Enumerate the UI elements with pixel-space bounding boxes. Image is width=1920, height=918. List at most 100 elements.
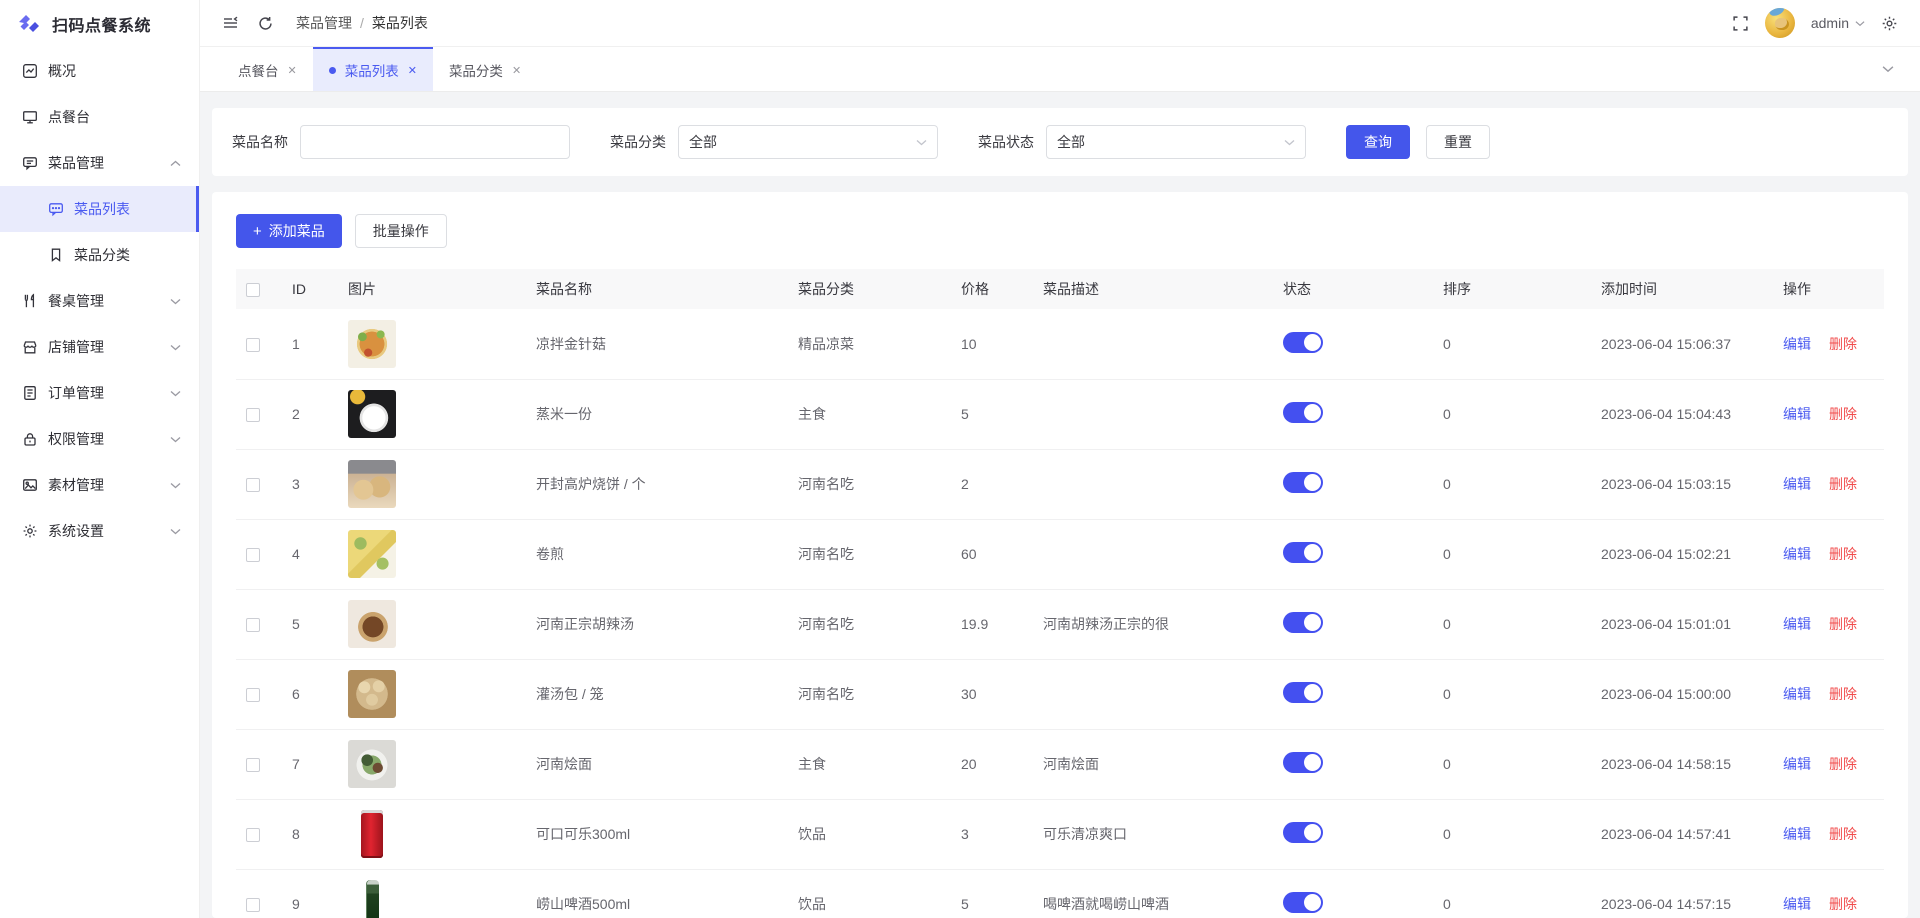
cell-dish-name: 可口可乐300ml: [526, 799, 788, 869]
batch-operation-button[interactable]: 批量操作: [355, 214, 447, 248]
delete-link[interactable]: 删除: [1829, 476, 1857, 492]
chevron-down-icon: [170, 390, 181, 397]
cell-dish-name: 卷煎: [526, 519, 788, 589]
status-toggle[interactable]: [1283, 752, 1323, 773]
select-all-checkbox[interactable]: [246, 283, 260, 297]
search-button[interactable]: 查询: [1346, 125, 1410, 159]
cell-id: 9: [282, 869, 338, 918]
monitor-icon: [22, 109, 38, 125]
sidebar-item-system-settings[interactable]: 系统设置: [0, 508, 199, 554]
close-icon[interactable]: ✕: [288, 64, 297, 77]
cell-sort: 0: [1433, 309, 1591, 379]
row-checkbox[interactable]: [246, 478, 260, 492]
reset-button[interactable]: 重置: [1426, 125, 1490, 159]
edit-link[interactable]: 编辑: [1783, 686, 1811, 702]
sidebar-item-label: 订单管理: [48, 383, 170, 403]
row-checkbox[interactable]: [246, 548, 260, 562]
edit-link[interactable]: 编辑: [1783, 616, 1811, 632]
chevron-down-icon: [170, 436, 181, 443]
edit-link[interactable]: 编辑: [1783, 476, 1811, 492]
refresh-icon[interactable]: [257, 15, 274, 32]
cell-time: 2023-06-04 14:58:15: [1591, 729, 1773, 799]
status-toggle[interactable]: [1283, 612, 1323, 633]
status-toggle[interactable]: [1283, 472, 1323, 493]
dish-category-select[interactable]: 全部: [678, 125, 938, 159]
row-checkbox[interactable]: [246, 408, 260, 422]
tab-list-dropdown[interactable]: [1856, 47, 1920, 91]
row-checkbox[interactable]: [246, 688, 260, 702]
status-toggle[interactable]: [1283, 822, 1323, 843]
delete-link[interactable]: 删除: [1829, 616, 1857, 632]
tab-dish-list[interactable]: 菜品列表 ✕: [313, 47, 433, 91]
cell-price: 2: [951, 449, 1033, 519]
sidebar-item-permission-management[interactable]: 权限管理: [0, 416, 199, 462]
add-dish-button[interactable]: + 添加菜品: [236, 214, 342, 248]
sidebar-item-order-management[interactable]: 订单管理: [0, 370, 199, 416]
sidebar-item-material-management[interactable]: 素材管理: [0, 462, 199, 508]
chevron-down-icon: [1284, 139, 1295, 146]
status-toggle[interactable]: [1283, 682, 1323, 703]
sidebar-item-dish-management[interactable]: 菜品管理: [0, 140, 199, 186]
filter-dish-status: 菜品状态 全部: [978, 125, 1306, 159]
sidebar-item-label: 菜品管理: [48, 153, 170, 173]
sidebar-item-label: 点餐台: [48, 107, 181, 127]
order-icon: [22, 385, 38, 401]
column-header-time: 添加时间: [1591, 269, 1773, 309]
tab-dish-category[interactable]: 菜品分类 ✕: [433, 47, 537, 91]
row-checkbox[interactable]: [246, 338, 260, 352]
dish-category-label: 菜品分类: [610, 132, 666, 152]
user-avatar[interactable]: [1765, 8, 1795, 38]
cell-time: 2023-06-04 15:00:00: [1591, 659, 1773, 729]
sidebar-item-order-desk[interactable]: 点餐台: [0, 94, 199, 140]
settings-gear-icon[interactable]: [1881, 15, 1898, 32]
row-checkbox[interactable]: [246, 828, 260, 842]
edit-link[interactable]: 编辑: [1783, 546, 1811, 562]
row-checkbox[interactable]: [246, 758, 260, 772]
sidebar-item-shop-management[interactable]: 店铺管理: [0, 324, 199, 370]
table-row: 8 可口可乐300ml 饮品 3 可乐清凉爽口 0 2023-06-04 14:…: [236, 799, 1884, 869]
cell-price: 20: [951, 729, 1033, 799]
user-menu[interactable]: admin: [1811, 15, 1865, 31]
edit-link[interactable]: 编辑: [1783, 336, 1811, 352]
dish-name-label: 菜品名称: [232, 132, 288, 152]
row-checkbox[interactable]: [246, 618, 260, 632]
delete-link[interactable]: 删除: [1829, 896, 1857, 912]
status-toggle[interactable]: [1283, 402, 1323, 423]
gear-icon: [22, 523, 38, 539]
table-row: 7 河南烩面 主食 20 河南烩面 0 2023-06-04 14:58:15 …: [236, 729, 1884, 799]
shop-icon: [22, 339, 38, 355]
sidebar-item-dish-list[interactable]: 菜品列表: [0, 186, 199, 232]
delete-link[interactable]: 删除: [1829, 756, 1857, 772]
delete-link[interactable]: 删除: [1829, 546, 1857, 562]
edit-link[interactable]: 编辑: [1783, 756, 1811, 772]
chevron-down-icon: [1882, 65, 1894, 73]
fullscreen-icon[interactable]: [1732, 15, 1749, 32]
sidebar-item-dish-category[interactable]: 菜品分类: [0, 232, 199, 278]
sidebar-item-table-management[interactable]: 餐桌管理: [0, 278, 199, 324]
close-icon[interactable]: ✕: [408, 64, 417, 77]
delete-link[interactable]: 删除: [1829, 406, 1857, 422]
breadcrumb-parent[interactable]: 菜品管理: [296, 13, 352, 33]
delete-link[interactable]: 删除: [1829, 336, 1857, 352]
app-title: 扫码点餐系统: [52, 12, 151, 36]
collapse-sidebar-icon[interactable]: [222, 15, 239, 31]
tab-order-desk[interactable]: 点餐台 ✕: [222, 47, 313, 91]
close-icon[interactable]: ✕: [512, 64, 521, 77]
dish-status-select[interactable]: 全部: [1046, 125, 1306, 159]
chevron-down-icon: [170, 528, 181, 535]
dish-name-input[interactable]: [300, 125, 570, 159]
status-toggle[interactable]: [1283, 542, 1323, 563]
delete-link[interactable]: 删除: [1829, 826, 1857, 842]
edit-link[interactable]: 编辑: [1783, 896, 1811, 912]
delete-link[interactable]: 删除: [1829, 686, 1857, 702]
cell-category: 河南名吃: [788, 449, 951, 519]
edit-link[interactable]: 编辑: [1783, 826, 1811, 842]
sidebar-item-overview[interactable]: 概况: [0, 48, 199, 94]
status-toggle[interactable]: [1283, 892, 1323, 913]
cell-id: 2: [282, 379, 338, 449]
status-toggle[interactable]: [1283, 332, 1323, 353]
row-checkbox[interactable]: [246, 898, 260, 912]
cell-dish-name: 崂山啤酒500ml: [526, 869, 788, 918]
edit-link[interactable]: 编辑: [1783, 406, 1811, 422]
sidebar-item-label: 素材管理: [48, 475, 170, 495]
